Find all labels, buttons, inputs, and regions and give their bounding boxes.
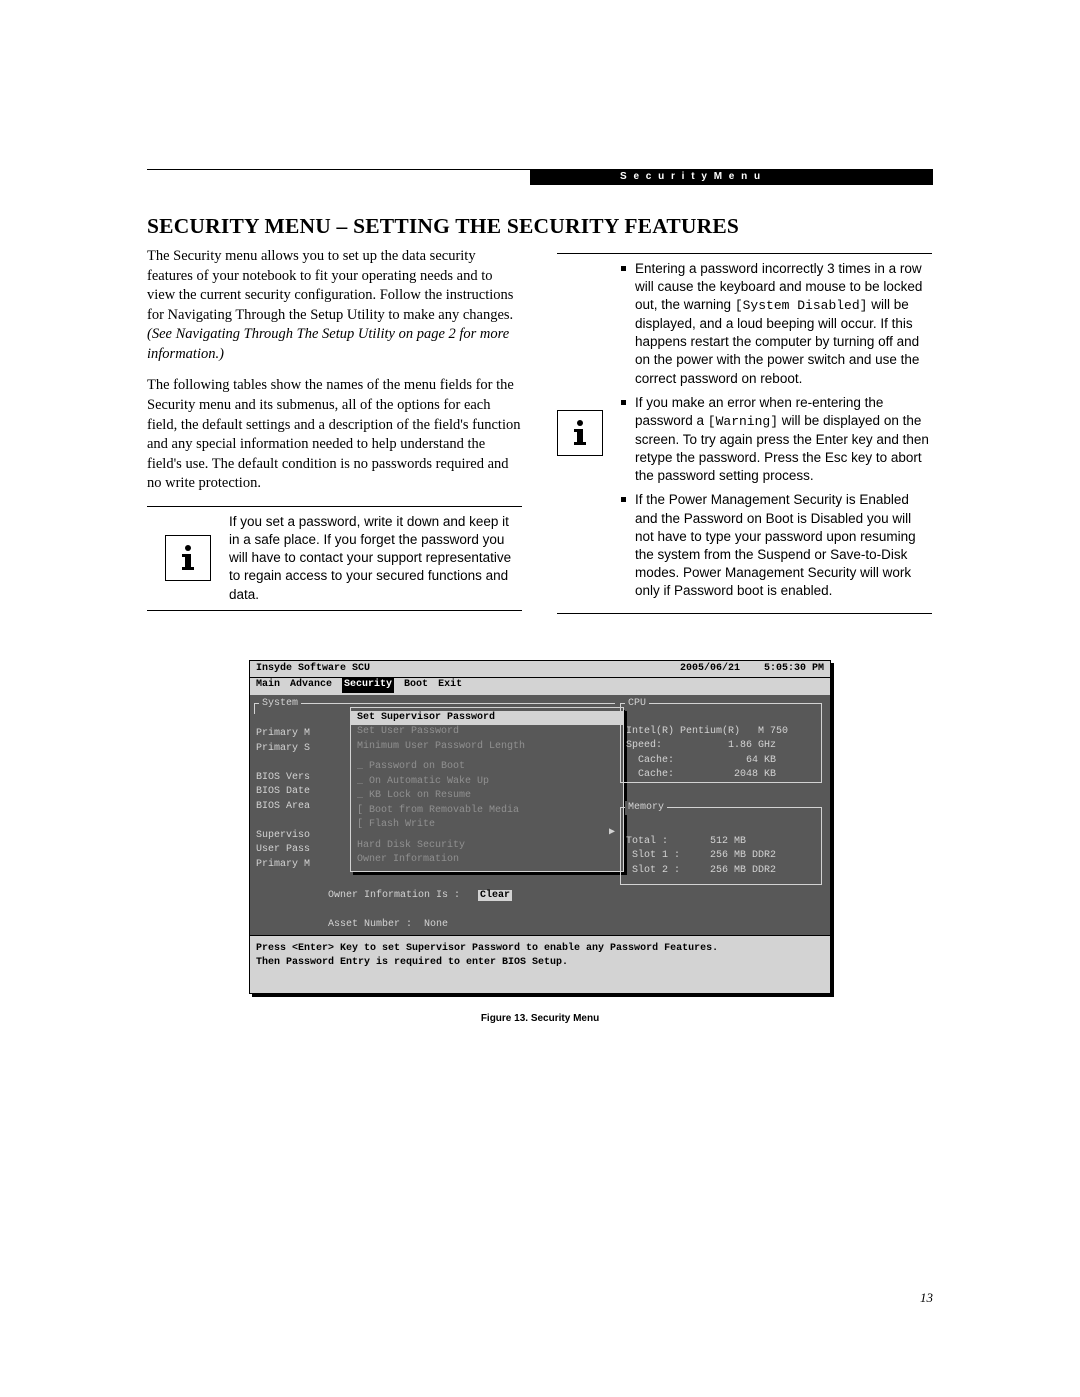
bios-left-labels: Primary M Primary S BIOS Vers BIOS Date … [256, 713, 351, 873]
bios-asset-number: Asset Number : None [328, 919, 448, 930]
submenu-arrow-icon: ▶ [609, 826, 615, 841]
page-number: 13 [920, 1289, 933, 1307]
bios-security-dropdown[interactable]: Set Supervisor PasswordSet User Password… [350, 707, 624, 872]
bullet-1: Entering a password incorrectly 3 times … [621, 260, 932, 388]
note2-rule-bottom [557, 613, 932, 614]
note-1: If you set a password, write it down and… [147, 513, 522, 604]
note2-rule-top [557, 253, 932, 254]
bios-titlebar: Insyde Software SCU 2005/06/21 5:05:30 P… [250, 661, 830, 679]
bios-menu-item[interactable]: Minimum User Password Length [357, 740, 617, 755]
note-1-text: If you set a password, write it down and… [229, 513, 522, 604]
bios-menu-item[interactable]: Hard Disk Security [357, 839, 617, 854]
figure-caption: Figure 13. Security Menu [481, 1012, 599, 1026]
bios-cpu-body: Intel(R) Pentium(R) M 750 Speed: 1.86 GH… [626, 725, 818, 783]
bios-menu-boot[interactable]: Boot [404, 678, 428, 693]
bullet-3: If the Power Management Security is Enab… [621, 491, 932, 600]
bios-menu-advance[interactable]: Advance [290, 678, 332, 693]
page-title: SECURITY MENU – SETTING THE SECURITY FEA… [147, 212, 933, 241]
bios-owner-info: Owner Information Is : Clear Asset Numbe… [256, 875, 512, 948]
bios-menu-item[interactable]: [ Flash Write [357, 818, 617, 833]
bios-menu-item[interactable]: Set User Password [357, 725, 617, 740]
bullet-2: If you make an error when re-entering th… [621, 394, 932, 485]
bios-menu-main[interactable]: Main [256, 678, 280, 693]
bios-menu-exit[interactable]: Exit [438, 678, 462, 693]
bios-menu-item[interactable]: Set Supervisor Password [351, 711, 623, 726]
intro-para-2: The following tables show the names of t… [147, 376, 522, 493]
bios-menu-security[interactable]: Security [342, 678, 394, 693]
bios-memory-label: Memory [625, 801, 667, 816]
bios-menu-item[interactable]: _ KB Lock on Resume [357, 789, 617, 804]
bios-cpu-label: CPU [625, 697, 649, 712]
running-header: S e c u r i t y M e n u [530, 169, 933, 185]
running-header-text: S e c u r i t y M e n u [620, 170, 762, 184]
intro-para-1a: The Security menu allows you to set up t… [147, 248, 513, 323]
bios-title-left: Insyde Software SCU [256, 662, 370, 677]
intro-para-1: The Security menu allows you to set up t… [147, 247, 522, 364]
info-icon [165, 535, 211, 581]
bios-menu-item[interactable]: [ Boot from Removable Media [357, 804, 617, 819]
code-system-disabled: [System Disabled] [735, 298, 868, 313]
bios-screenshot: Insyde Software SCU 2005/06/21 5:05:30 P… [249, 660, 831, 994]
note-2-list: Entering a password incorrectly 3 times … [621, 260, 932, 607]
bios-title-date: 2005/06/21 [680, 663, 740, 674]
bios-memory-body: Total : 512 MB Slot 1 : 256 MB DDR2 Slot… [626, 835, 818, 879]
info-icon [557, 410, 603, 456]
note1-rule-bottom [147, 610, 522, 611]
intro-para-1b: (See Navigating Through The Setup Utilit… [147, 326, 509, 362]
bios-title-time: 5:05:30 PM [764, 663, 824, 674]
bios-menu-item[interactable]: _ Password on Boot [357, 760, 617, 775]
bios-menu-item[interactable]: _ On Automatic Wake Up [357, 775, 617, 790]
bios-owner-value: Clear [478, 890, 512, 901]
bios-menubar: Main Advance Security Boot Exit [250, 678, 830, 695]
note1-rule-top [147, 506, 522, 507]
bios-system-label: System [259, 697, 301, 712]
code-warning: [Warning] [708, 414, 778, 429]
bios-menu-item[interactable]: Owner Information [357, 853, 617, 868]
note-2: Entering a password incorrectly 3 times … [557, 260, 932, 607]
